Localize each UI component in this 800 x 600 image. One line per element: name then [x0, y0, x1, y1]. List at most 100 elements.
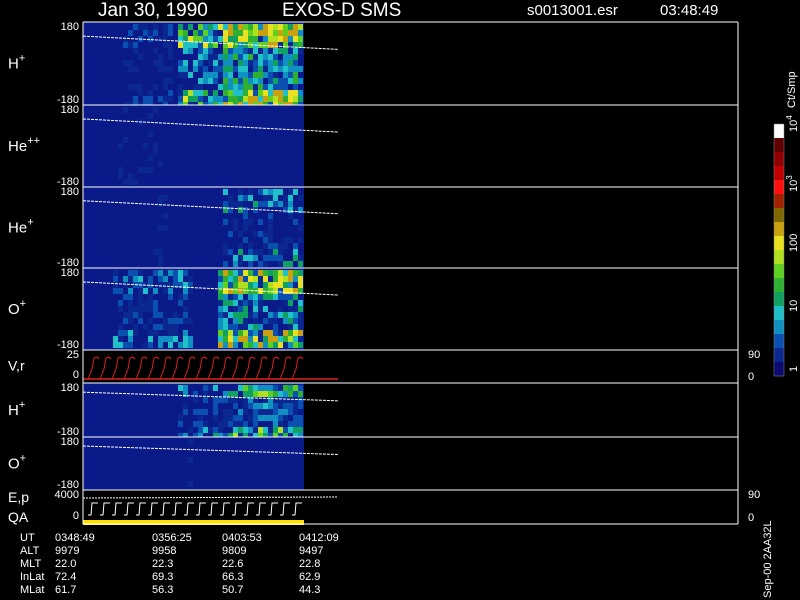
heatmap-cell: [193, 96, 198, 102]
heatmap-cell: [293, 249, 298, 255]
heatmap-cell: [223, 300, 228, 306]
heatmap-cell: [293, 415, 298, 421]
heatmap-cell: [148, 318, 153, 324]
heatmap-cell: [223, 306, 228, 312]
footer-value: 62.9: [299, 571, 320, 583]
heatmap-cell: [123, 42, 128, 48]
heatmap-cell: [283, 207, 288, 213]
heatmap-cell: [248, 324, 253, 330]
heatmap-cell: [238, 294, 243, 300]
heatmap-cell: [233, 342, 238, 348]
heatmap-cell: [238, 385, 243, 391]
velocity-trace: [159, 356, 172, 380]
heatmap-cell: [233, 276, 238, 282]
colorbar-swatch: [774, 138, 784, 153]
panel-7: O+180-180: [8, 436, 739, 491]
heatmap-cell: [283, 237, 288, 243]
colorbar-tick-label: 10: [788, 300, 800, 312]
heatmap-cell: [268, 336, 273, 342]
heatmap-cell: [283, 60, 288, 66]
heatmap-cell: [113, 276, 118, 282]
velocity-trace: [279, 356, 292, 380]
heatmap-cell: [293, 72, 298, 78]
heatmap-cell: [228, 336, 233, 342]
heatmap-cell: [223, 276, 228, 282]
heatmap-cell: [248, 415, 253, 421]
heatmap-cell: [148, 276, 153, 282]
heatmap-cell: [298, 300, 303, 306]
heatmap-cell: [283, 397, 288, 403]
heatmap-cell: [253, 66, 258, 72]
velocity-trace: [219, 356, 232, 380]
heatmap-cell: [123, 60, 128, 66]
heatmap-cell: [238, 42, 243, 48]
y-tick-top: 180: [61, 21, 79, 33]
colorbar-tick-label: 100: [788, 234, 800, 252]
heatmap-cell: [243, 96, 248, 102]
right-tick-bottom: 0: [748, 512, 754, 524]
heatmap-cell: [138, 54, 143, 60]
heatmap-cell: [283, 385, 288, 391]
heatmap-cell: [228, 312, 233, 318]
heatmap-cell: [163, 42, 168, 48]
heatmap-cell: [123, 179, 128, 185]
heatmap-cell: [168, 78, 173, 84]
heatmap-cell: [223, 391, 228, 397]
heatmap-cell: [243, 72, 248, 78]
footer-value: 9809: [222, 545, 246, 557]
heatmap-cell: [188, 90, 193, 96]
heatmap-cell: [148, 336, 153, 342]
heatmap-cell: [178, 96, 183, 102]
heatmap-cell: [223, 261, 228, 267]
heatmap-cell: [213, 24, 218, 30]
heatmap-cell: [153, 288, 158, 294]
heatmap-cell: [153, 48, 158, 54]
y-tick-top: 4000: [55, 489, 79, 501]
heatmap-cell: [128, 336, 133, 342]
heatmap-cell: [168, 336, 173, 342]
energy-step-trace: [184, 502, 194, 516]
heatmap-cell: [198, 24, 203, 30]
heatmap-cell: [248, 30, 253, 36]
heatmap-cell: [118, 143, 123, 149]
heatmap-cell: [298, 30, 303, 36]
heatmap-cell: [143, 288, 148, 294]
heatmap-cell: [128, 30, 133, 36]
heatmap-cell: [268, 282, 273, 288]
heatmap-cell: [178, 24, 183, 30]
heatmap-cell: [293, 397, 298, 403]
heatmap-cell: [213, 385, 218, 391]
heatmap-cell: [298, 391, 303, 397]
heatmap-cell: [218, 312, 223, 318]
heatmap-cell: [233, 336, 238, 342]
heatmap-cell: [163, 78, 168, 84]
heatmap-cell: [128, 42, 133, 48]
heatmap-cell: [278, 403, 283, 409]
heatmap-cell: [148, 330, 153, 336]
heatmap-cell: [298, 255, 303, 261]
heatmap-cell: [198, 421, 203, 427]
heatmap-cell: [293, 84, 298, 90]
heatmap-cell: [268, 78, 273, 84]
heatmap-cell: [138, 318, 143, 324]
heatmap-cell: [263, 90, 268, 96]
heatmap-cell: [243, 391, 248, 397]
heatmap-cell: [118, 342, 123, 348]
heatmap-cell: [293, 24, 298, 30]
heatmap-cell: [268, 30, 273, 36]
colorbar-swatch: [774, 348, 784, 363]
heatmap-cell: [283, 84, 288, 90]
heatmap-cell: [218, 324, 223, 330]
heatmap-cell: [163, 336, 168, 342]
heatmap-cell: [238, 330, 243, 336]
colorbar-unit-label: Ct/Smp: [786, 71, 798, 108]
heatmap-cell: [223, 219, 228, 225]
heatmap-cell: [273, 288, 278, 294]
heatmap-cell: [273, 282, 278, 288]
heatmap-cell: [113, 342, 118, 348]
heatmap-cell: [218, 294, 223, 300]
heatmap-cell: [118, 330, 123, 336]
footer-value: 0356:25: [152, 532, 192, 544]
heatmap-cell: [233, 330, 238, 336]
heatmap-cell: [218, 300, 223, 306]
